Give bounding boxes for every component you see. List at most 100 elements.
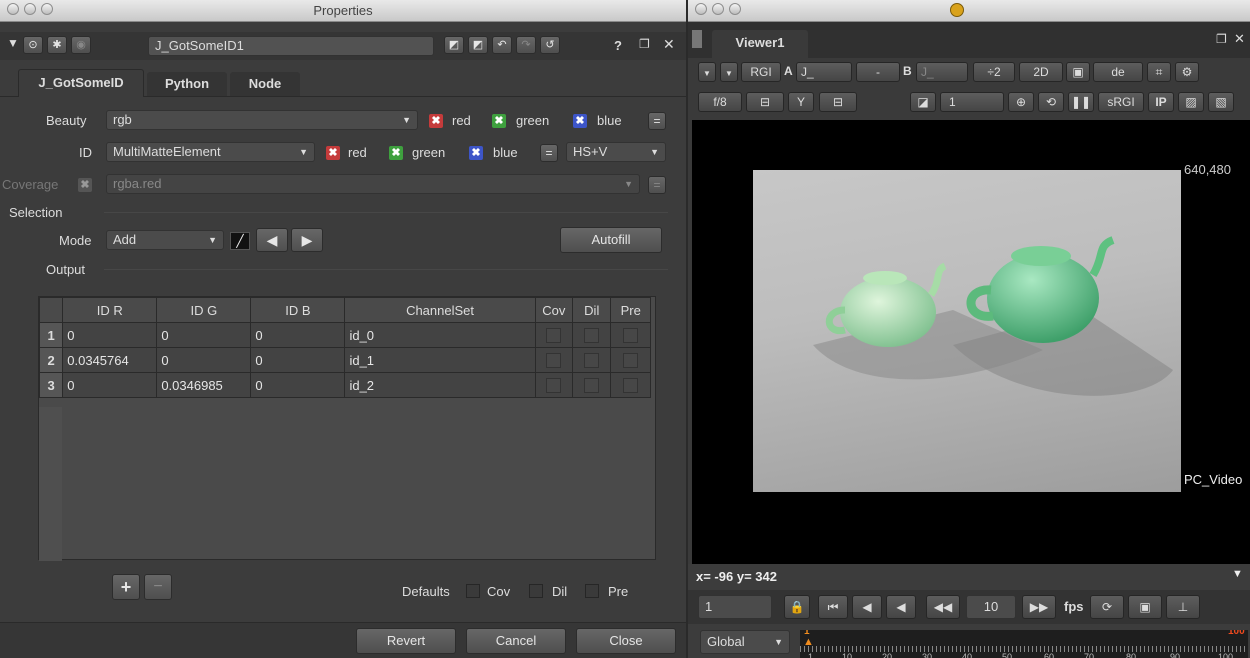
color-chip-icon[interactable]: ◉: [71, 36, 91, 54]
color-picker-icon[interactable]: ╱: [230, 232, 250, 250]
next-icon[interactable]: ▶: [291, 228, 323, 252]
tab-j-gotsomeid[interactable]: J_GotSomeID: [18, 69, 144, 97]
viewer-viewport[interactable]: 640,480 PC_Video: [692, 120, 1250, 564]
cell-id-g[interactable]: 0: [156, 322, 252, 348]
cov-checkbox[interactable]: [546, 378, 562, 394]
cov-checkbox[interactable]: [546, 328, 562, 344]
panel-menu-icon[interactable]: [692, 30, 702, 48]
column-header-dil[interactable]: Dil: [572, 297, 612, 323]
clip-warning-icon[interactable]: ▨: [1178, 92, 1204, 112]
float-panel-icon[interactable]: ❐: [639, 37, 650, 51]
mix-icon[interactable]: ◩: [468, 36, 488, 54]
cell-channelset[interactable]: id_0: [344, 322, 536, 348]
play-backward-icon[interactable]: ◀: [886, 595, 916, 619]
gain-slider-icon[interactable]: ⊟: [746, 92, 784, 112]
beauty-dropdown[interactable]: rgb ▼: [106, 110, 418, 130]
timeline-track[interactable]: 1 ▲ 100 1 10 20 30 40 50 60 70 80 90 100: [800, 630, 1248, 658]
column-header-cov[interactable]: Cov: [534, 297, 574, 323]
id-dropdown[interactable]: MultiMatteElement ▼: [106, 142, 315, 162]
input-b-dropdown[interactable]: J_: [916, 62, 968, 82]
close-window-icon[interactable]: [695, 3, 707, 15]
help-icon[interactable]: ?: [614, 38, 622, 53]
column-header-pre[interactable]: Pre: [610, 297, 651, 323]
frame-field[interactable]: 1: [698, 595, 772, 619]
close-panel-icon[interactable]: ✕: [663, 36, 675, 53]
red-channel-icon[interactable]: ✖: [326, 146, 340, 160]
tab-viewer1[interactable]: Viewer1: [712, 30, 808, 58]
cov-checkbox[interactable]: [546, 353, 562, 369]
column-header-id-g[interactable]: ID G: [156, 297, 252, 323]
cell-id-r[interactable]: 0: [62, 372, 158, 398]
beauty-equals-icon[interactable]: =: [648, 112, 666, 130]
revert-button[interactable]: Revert: [356, 628, 456, 654]
id-mode-dropdown[interactable]: HS+V ▼: [566, 142, 666, 162]
lut-dropdown[interactable]: sRGI: [1098, 92, 1144, 112]
blue-channel-icon[interactable]: ✖: [573, 114, 587, 128]
autofill-button[interactable]: Autofill: [560, 227, 662, 253]
fps-field[interactable]: 10: [966, 595, 1016, 619]
frame-number-dropdown[interactable]: 1: [940, 92, 1004, 112]
coverage-checkbox-icon[interactable]: ✖: [78, 178, 92, 192]
float-panel-icon[interactable]: ❐: [1216, 32, 1227, 46]
add-row-button[interactable]: +: [112, 574, 140, 600]
skip-back-icon[interactable]: ◀◀: [926, 595, 960, 619]
coverage-equals-icon[interactable]: =: [648, 176, 666, 194]
cell-id-r[interactable]: 0.0345764: [62, 347, 158, 373]
cell-channelset[interactable]: id_2: [344, 372, 536, 398]
table-row[interactable]: 3 0 0.0346985 0 id_2: [38, 372, 651, 398]
tab-python[interactable]: Python: [147, 72, 227, 96]
id-equals-icon[interactable]: =: [540, 144, 558, 162]
stripes-icon[interactable]: ▧: [1208, 92, 1234, 112]
pause-icon[interactable]: ❚❚: [1068, 92, 1094, 112]
previous-icon[interactable]: ◀: [256, 228, 288, 252]
minimize-window-icon[interactable]: [712, 3, 724, 15]
defaults-cov-checkbox[interactable]: [466, 584, 480, 598]
first-frame-icon[interactable]: ⏮: [818, 595, 848, 619]
safe-area-icon[interactable]: ⊕: [1008, 92, 1034, 112]
column-header-id-b[interactable]: ID B: [250, 297, 346, 323]
cell-id-g[interactable]: 0: [156, 347, 252, 373]
loop-icon[interactable]: ⟳: [1090, 595, 1124, 619]
green-channel-icon[interactable]: ✖: [389, 146, 403, 160]
roi-icon[interactable]: ⌗: [1147, 62, 1171, 82]
center-node-icon[interactable]: ✱: [47, 36, 67, 54]
info-expand-icon[interactable]: ▼: [1232, 568, 1243, 580]
node-tool-icon[interactable]: ⚙: [1175, 62, 1199, 82]
defaults-pre-checkbox[interactable]: [585, 584, 599, 598]
channels-dropdown[interactable]: RGI: [741, 62, 781, 82]
gamma-y-button[interactable]: Y: [788, 92, 814, 112]
cell-channelset[interactable]: id_1: [344, 347, 536, 373]
dil-checkbox[interactable]: [584, 353, 600, 369]
prev-keyframe-icon[interactable]: ◀: [852, 595, 882, 619]
cell-id-b[interactable]: 0: [250, 347, 346, 373]
input-process-button[interactable]: IP: [1148, 92, 1174, 112]
cell-id-g[interactable]: 0.0346985: [156, 372, 252, 398]
pre-checkbox[interactable]: [623, 378, 639, 394]
channel-dropdown[interactable]: ▼: [720, 62, 738, 82]
close-button[interactable]: Close: [576, 628, 676, 654]
red-channel-icon[interactable]: ✖: [429, 114, 443, 128]
tab-node[interactable]: Node: [230, 72, 300, 96]
playhead-icon[interactable]: ▲: [803, 636, 814, 648]
compare-dropdown[interactable]: -: [856, 62, 900, 82]
table-row[interactable]: 1 0 0 0 id_0: [38, 322, 651, 348]
lock-icon[interactable]: 🔒: [784, 595, 810, 619]
pre-checkbox[interactable]: [623, 328, 639, 344]
mode-dropdown[interactable]: Add ▼: [106, 230, 224, 250]
layer-dropdown[interactable]: ▼: [698, 62, 716, 82]
view-mode-dropdown[interactable]: 2D: [1019, 62, 1063, 82]
ruler-icon[interactable]: ⊥: [1166, 595, 1200, 619]
wipe-icon[interactable]: ◪: [910, 92, 936, 112]
undo-icon[interactable]: ↶: [492, 36, 512, 54]
remove-row-button[interactable]: −: [144, 574, 172, 600]
node-settings-icon[interactable]: ⊙: [23, 36, 43, 54]
cell-id-b[interactable]: 0: [250, 322, 346, 348]
flipbook-icon[interactable]: ▣: [1128, 595, 1162, 619]
coverage-dropdown[interactable]: rgba.red ▼: [106, 174, 640, 194]
cancel-button[interactable]: Cancel: [466, 628, 566, 654]
dil-checkbox[interactable]: [584, 328, 600, 344]
zoom-dropdown[interactable]: de: [1093, 62, 1143, 82]
input-a-dropdown[interactable]: J_: [796, 62, 852, 82]
gamma-slider-icon[interactable]: ⊟: [819, 92, 857, 112]
cell-id-b[interactable]: 0: [250, 372, 346, 398]
